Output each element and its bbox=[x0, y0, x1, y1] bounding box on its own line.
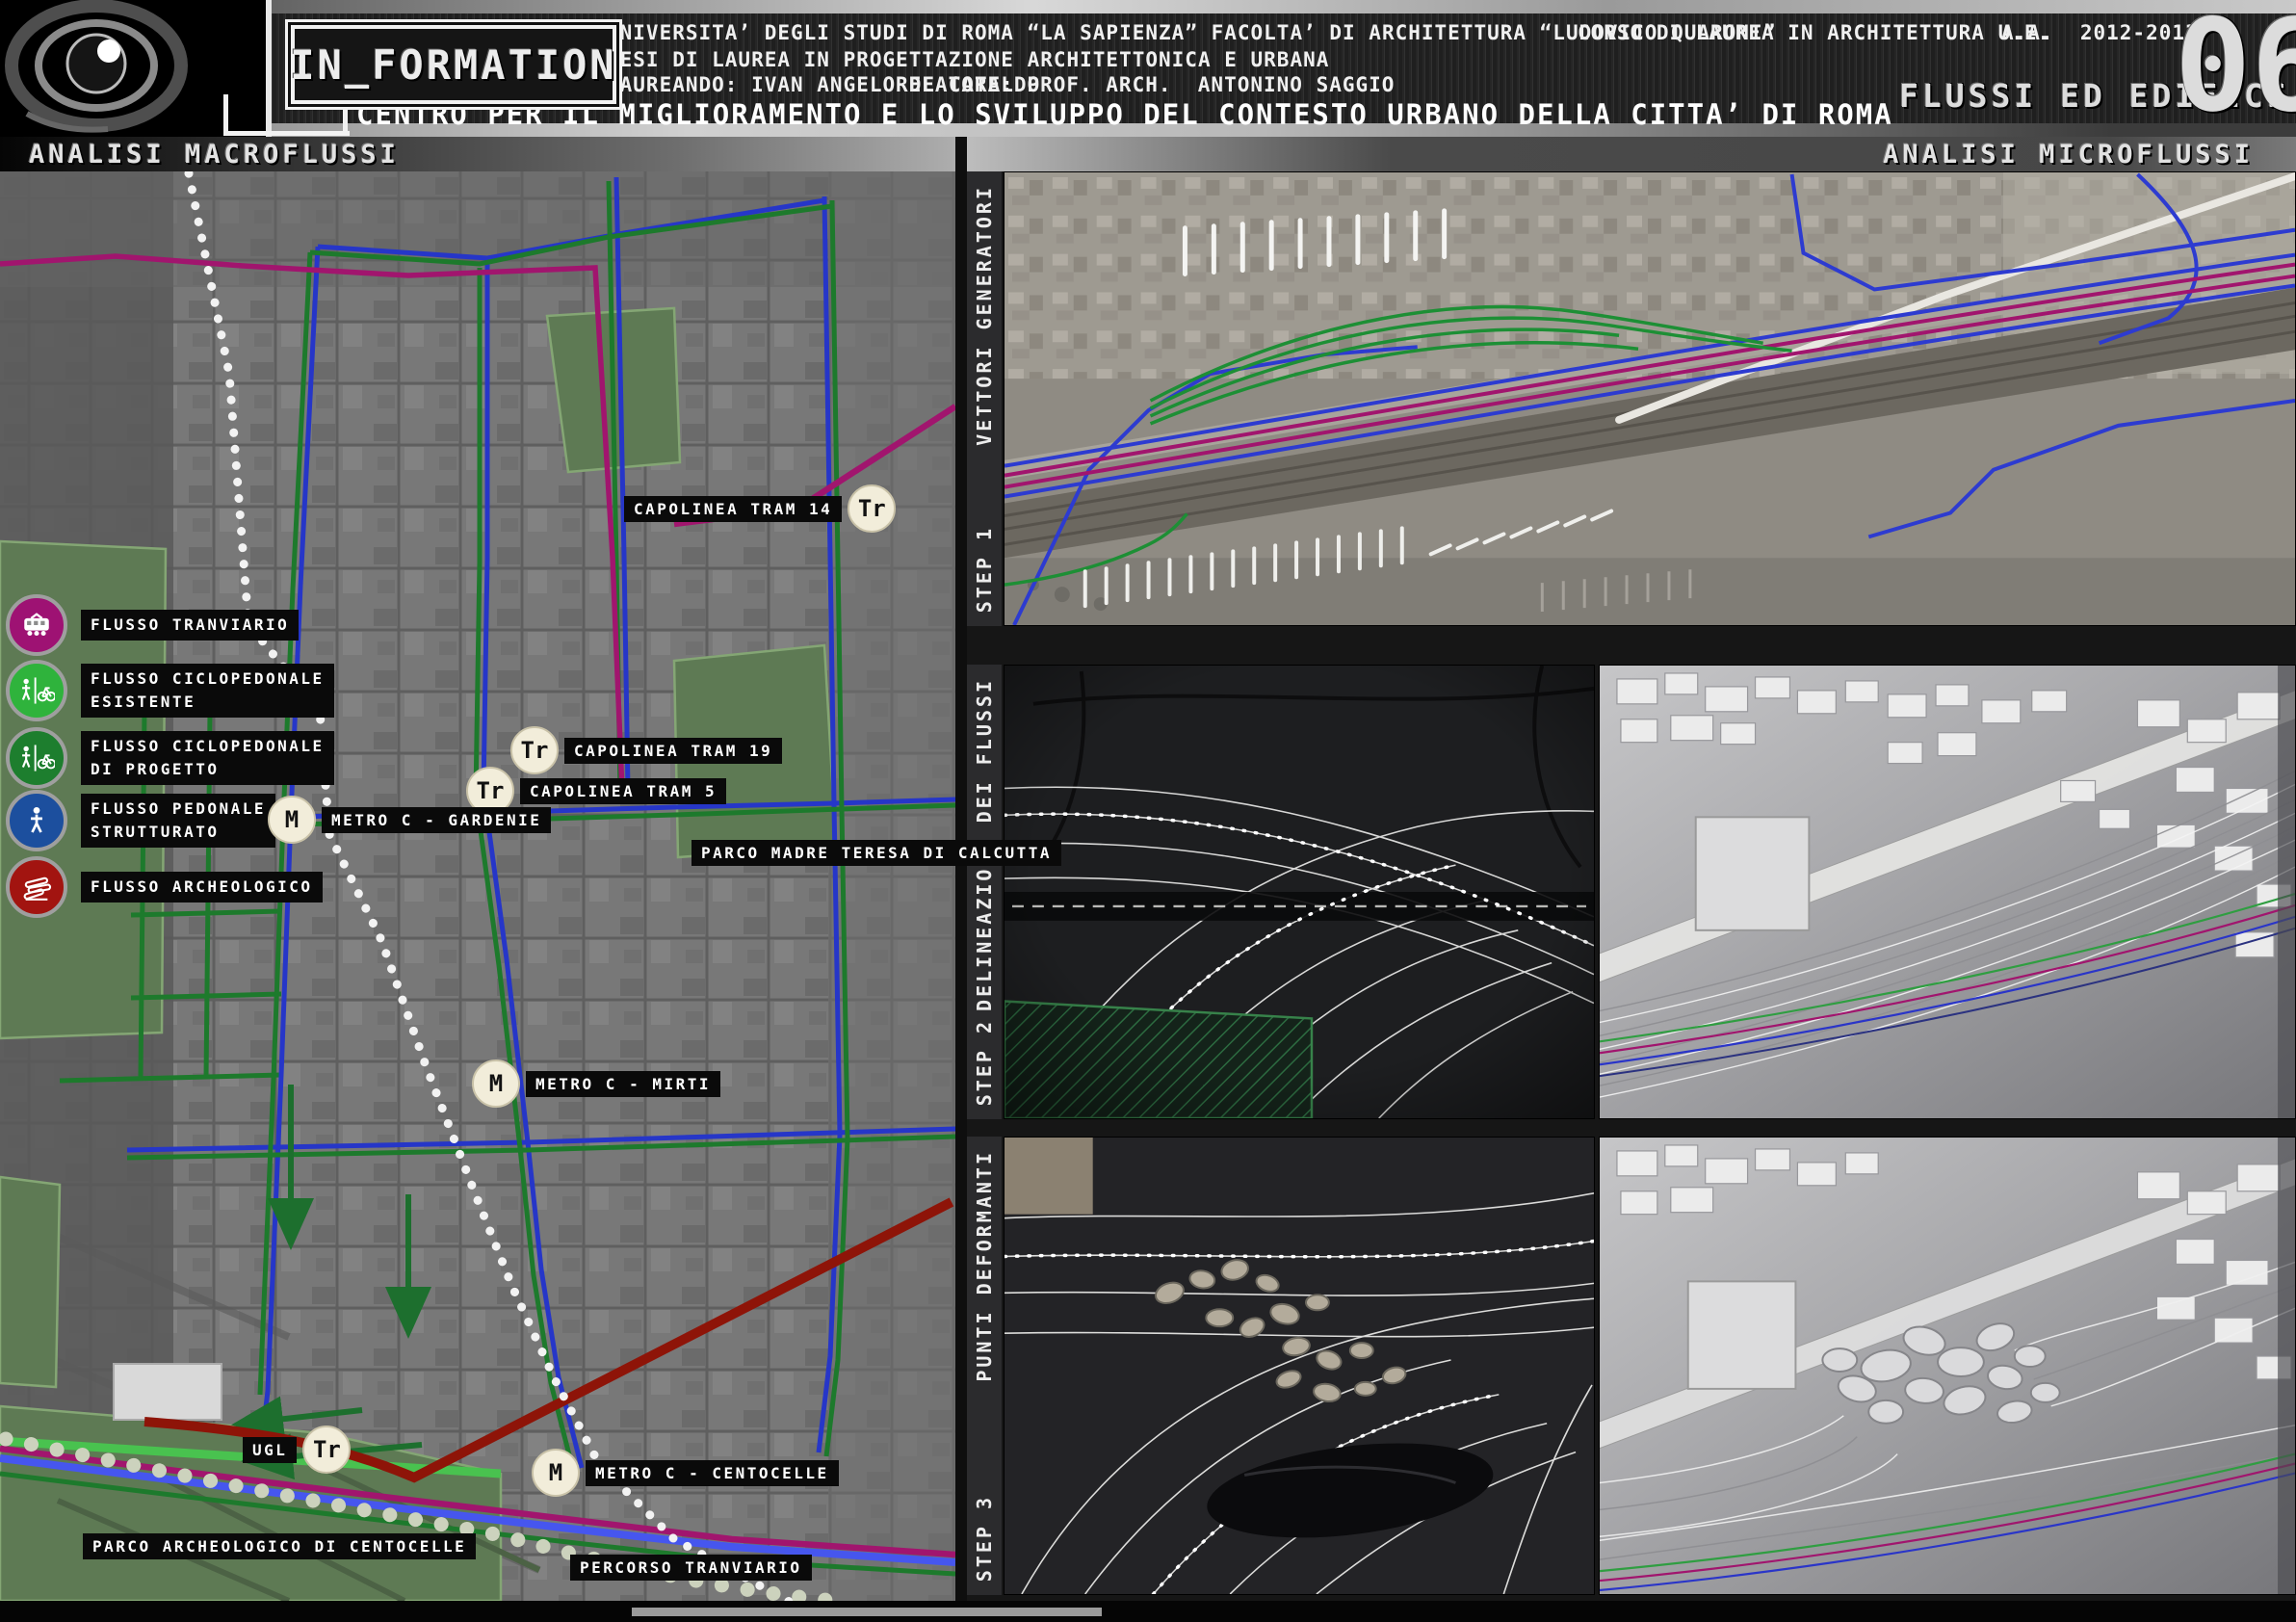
map-label-parco-archeologico: PARCO ARCHEOLOGICO DI CENTOCELLE bbox=[83, 1533, 476, 1559]
step2-label: STEP 2 bbox=[973, 1019, 996, 1106]
tram-stop-marker: Tr bbox=[848, 484, 896, 533]
column-divider bbox=[955, 137, 967, 1601]
map-label-parco-madre-teresa: PARCO MADRE TERESA DI CALCUTTA bbox=[691, 840, 1061, 866]
step2-render-image bbox=[1599, 665, 2296, 1119]
legend-label: FLUSSO TRANVIARIO bbox=[81, 610, 299, 641]
step1-aerial-image bbox=[1004, 171, 2296, 626]
step3-title: PUNTI DEFORMANTI bbox=[973, 1150, 996, 1382]
legend-item-bike-existing: FLUSSO CICLOPEDONALE ESISTENTE bbox=[6, 660, 334, 721]
thesis-board: IN_FORMATION UNIVERSITA’ DEGLI STUDI DI … bbox=[0, 0, 2296, 1622]
section-strip-left: ANALISI MACROFLUSSI bbox=[0, 137, 967, 171]
map-label-metro-mirti: M METRO C - MIRTI bbox=[472, 1060, 720, 1108]
legend-label: FLUSSO ARCHEOLOGICO bbox=[81, 872, 323, 903]
step3-model-photo bbox=[1004, 1137, 1595, 1595]
pedestrian-bicycle-icon bbox=[6, 660, 67, 721]
legend-item-bike-project: FLUSSO CICLOPEDONALE DI PROGETTO bbox=[6, 727, 334, 789]
macro-flow-map: FLUSSO TRANVIARIO FLUSSO CICLOPEDONALE E… bbox=[0, 171, 955, 1601]
micro-section-title: ANALISI MICROFLUSSI bbox=[1883, 140, 2254, 170]
map-label-ugl: UGL Tr bbox=[243, 1426, 351, 1474]
pedestrian-icon bbox=[6, 790, 67, 851]
step3-strip: PUNTI DEFORMANTI STEP 3 bbox=[967, 1137, 1002, 1595]
year-line: A.A. 2012-2013 bbox=[2001, 21, 2199, 44]
step1-strip: VETTORI GENERATORI STEP 1 bbox=[967, 171, 1002, 626]
bottom-strip-accent bbox=[632, 1608, 1102, 1616]
tram-icon bbox=[6, 594, 67, 656]
metro-marker: M bbox=[472, 1060, 520, 1108]
map-label-percorso-tranviario: PERCORSO TRANVIARIO bbox=[570, 1555, 812, 1581]
logo-text: IN_FORMATION bbox=[290, 41, 616, 89]
tram-stop-marker: Tr bbox=[302, 1426, 351, 1474]
archaeology-icon bbox=[6, 856, 67, 918]
step1-title: VETTORI GENERATORI bbox=[973, 185, 996, 446]
legend-label: FLUSSO CICLOPEDONALE DI PROGETTO bbox=[81, 731, 334, 785]
macro-section-title: ANALISI MACROFLUSSI bbox=[29, 140, 400, 170]
legend-label: FLUSSO PEDONALE STRUTTURATO bbox=[81, 794, 275, 848]
information-logo: IN_FORMATION bbox=[291, 25, 616, 104]
map-label-metro-gardenie: M METRO C - GARDENIE bbox=[268, 796, 551, 844]
advisor-line: RELATORE: PROF. ARCH. ANTONINO SAGGIO bbox=[896, 73, 1395, 96]
map-label-capolinea-tram-14: CAPOLINEA TRAM 14 Tr bbox=[624, 484, 896, 533]
course-line: CORSO DI LAUREA IN ARCHITETTURA U.E. bbox=[1578, 21, 2050, 44]
section-strip-right: ANALISI MICROFLUSSI bbox=[967, 137, 2296, 171]
header: IN_FORMATION UNIVERSITA’ DEGLI STUDI DI … bbox=[0, 0, 2296, 137]
pedestrian-bicycle-icon bbox=[6, 727, 67, 789]
step2-model-photo bbox=[1004, 665, 1595, 1119]
board-number: 06 bbox=[2175, 0, 2296, 141]
legend-item-archaeological: FLUSSO ARCHEOLOGICO bbox=[6, 856, 323, 918]
map-label-metro-centocelle: M METRO C - CENTOCELLE bbox=[532, 1449, 839, 1497]
step1-label: STEP 1 bbox=[973, 526, 996, 613]
legend-item-tram: FLUSSO TRANVIARIO bbox=[6, 594, 299, 656]
step2-strip: DELINEAZIONE DEI FLUSSI STEP 2 bbox=[967, 665, 1002, 1119]
step3-render-image bbox=[1599, 1137, 2296, 1595]
thesis-line: TESI DI LAUREA IN PROGETTAZIONE ARCHITET… bbox=[607, 48, 1329, 71]
metro-marker: M bbox=[268, 796, 316, 844]
legend-label: FLUSSO CICLOPEDONALE ESISTENTE bbox=[81, 664, 334, 718]
legend-item-pedestrian: FLUSSO PEDONALE STRUTTURATO bbox=[6, 790, 275, 851]
bottom-strip bbox=[0, 1601, 2296, 1622]
step3-label: STEP 3 bbox=[973, 1495, 996, 1582]
metro-marker: M bbox=[532, 1449, 580, 1497]
